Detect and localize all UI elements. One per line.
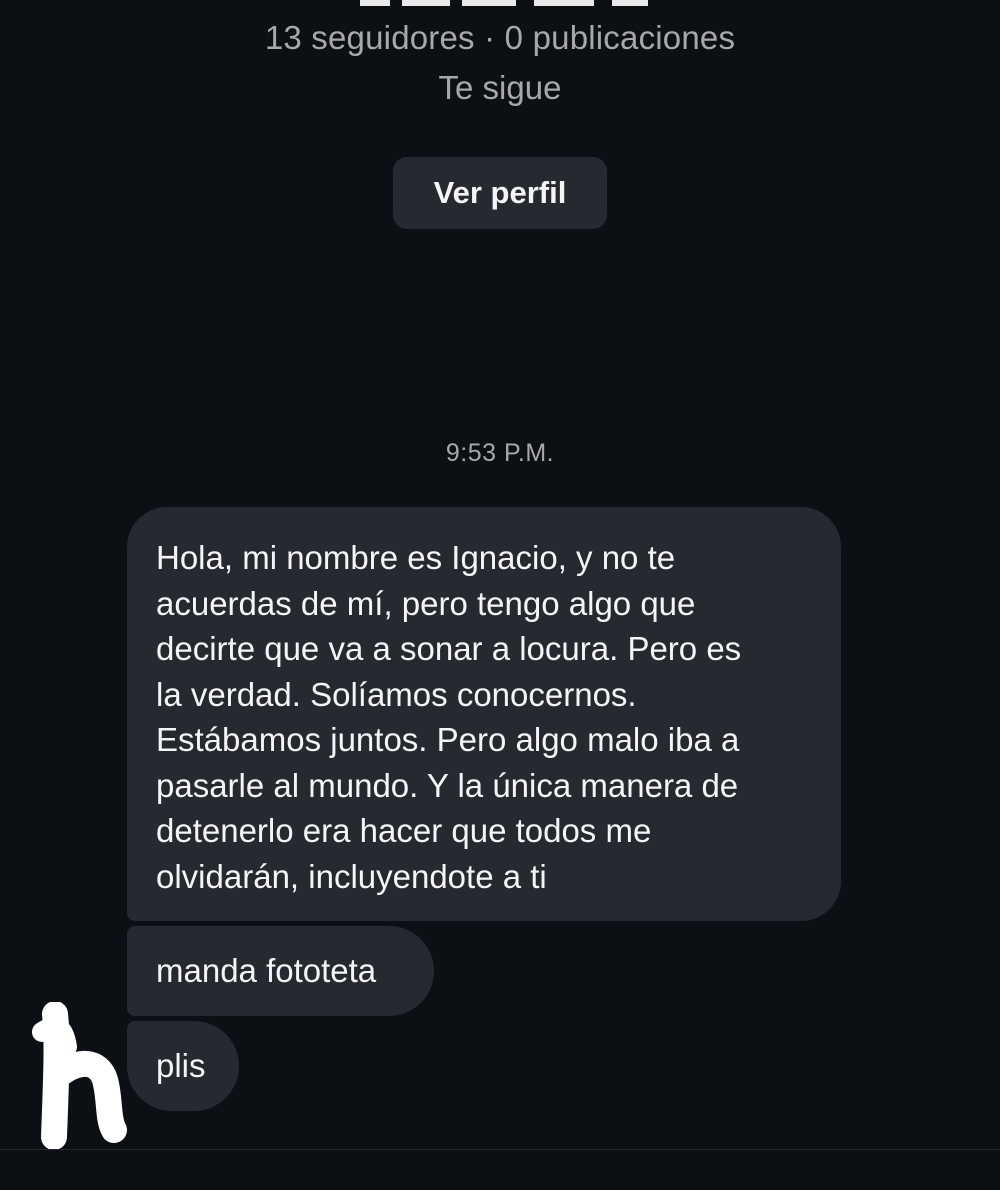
view-profile-button[interactable]: Ver perfil <box>393 157 607 229</box>
message-text: plis <box>156 1047 206 1085</box>
profile-name-cutoff <box>360 0 660 6</box>
message-text: Hola, mi nombre es Ignacio, y no te acue… <box>156 539 742 895</box>
message-bubble[interactable]: manda fototeta <box>127 926 434 1016</box>
scribble-icon <box>32 1002 127 1150</box>
message-timestamp: 9:53 P.M. <box>445 439 555 467</box>
message-bubble[interactable]: plis <box>127 1021 239 1111</box>
composer-divider <box>0 1149 1000 1150</box>
message-text: manda fototeta <box>156 952 377 990</box>
sender-avatar[interactable] <box>22 1002 132 1152</box>
message-bubble[interactable]: Hola, mi nombre es Ignacio, y no te acue… <box>127 507 841 921</box>
follows-you-label: Te sigue <box>438 69 562 106</box>
profile-stats: 13 seguidores · 0 publicaciones <box>264 19 736 56</box>
